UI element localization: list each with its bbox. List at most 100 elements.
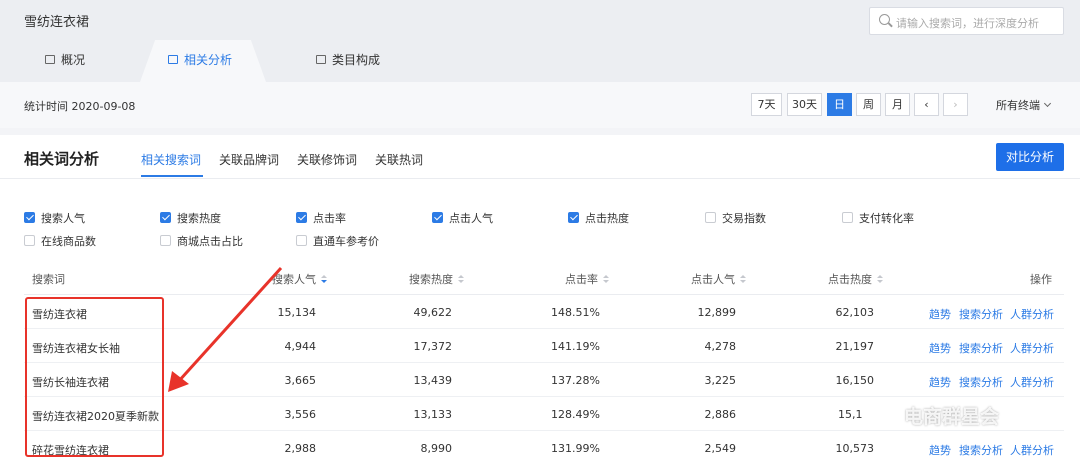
checkbox-icon: [296, 212, 307, 223]
column-header-click-pop[interactable]: 点击人气: [691, 271, 746, 287]
cell-ctr: 128.49%: [551, 408, 600, 421]
metric-checkbox[interactable]: 支付转化率: [842, 210, 914, 226]
column-label: 点击人气: [691, 273, 735, 286]
search-analysis-link[interactable]: 搜索分析: [959, 306, 1003, 322]
metric-checkbox[interactable]: 点击热度: [568, 210, 629, 226]
metric-label: 支付转化率: [859, 212, 914, 225]
subtab-brand-words[interactable]: 关联品牌词: [219, 151, 279, 168]
metric-label: 在线商品数: [41, 235, 96, 248]
metric-checkbox[interactable]: 点击人气: [432, 210, 493, 226]
terminal-select-value: 所有终端: [996, 99, 1040, 112]
prev-period-button[interactable]: ‹: [914, 93, 939, 116]
checkbox-icon: [160, 212, 171, 223]
cell-search-heat: 13,439: [413, 374, 453, 387]
cell-search-heat: 17,372: [413, 340, 453, 353]
chevron-right-icon: ›: [953, 98, 958, 111]
next-period-button[interactable]: ›: [943, 93, 968, 116]
search-analysis-link[interactable]: 搜索分析: [959, 374, 1003, 390]
metric-label: 商城点击占比: [177, 235, 243, 248]
crowd-analysis-link[interactable]: 人群分析: [1010, 374, 1054, 390]
subtab-hot-words[interactable]: 关联热词: [375, 151, 423, 168]
column-header-keyword: 搜索词: [32, 273, 65, 286]
trend-link[interactable]: 趋势: [929, 374, 951, 390]
metric-checkbox[interactable]: 交易指数: [705, 210, 766, 226]
chevron-down-icon: [1043, 99, 1052, 108]
checkbox-icon: [705, 212, 716, 223]
search-placeholder: 请输入搜索词，进行深度分析: [896, 17, 1039, 30]
cell-click-heat: 62,103: [835, 306, 875, 319]
terminal-select[interactable]: 所有终端: [996, 97, 1052, 113]
range-month-button[interactable]: 月: [885, 93, 910, 116]
cell-ctr: 137.28%: [551, 374, 600, 387]
checkbox-icon: [296, 235, 307, 246]
metric-checkbox[interactable]: 搜索热度: [160, 210, 221, 226]
cell-click-pop: 2,549: [704, 442, 737, 455]
metric-checkbox[interactable]: 搜索人气: [24, 210, 85, 226]
crowd-analysis-link[interactable]: 人群分析: [1010, 442, 1054, 458]
column-header-click-heat[interactable]: 点击热度: [828, 271, 883, 287]
metric-label: 搜索人气: [41, 212, 85, 225]
cell-click-heat: 10,573: [835, 442, 875, 455]
trend-link[interactable]: 趋势: [929, 340, 951, 356]
table-row: 雪纺连衣裙女长袖 4,944 17,372 141.19% 4,278 21,1…: [24, 329, 1064, 363]
search-icon: [879, 14, 890, 25]
metric-checkbox[interactable]: 在线商品数: [24, 233, 96, 249]
cell-click-heat: 21,197: [835, 340, 875, 353]
column-label: 搜索人气: [272, 273, 316, 286]
sort-icon: [740, 275, 746, 284]
range-week-button[interactable]: 周: [856, 93, 881, 116]
column-header-ctr[interactable]: 点击率: [565, 271, 609, 287]
search-analysis-link[interactable]: 搜索分析: [959, 442, 1003, 458]
compare-analysis-button[interactable]: 对比分析: [996, 143, 1064, 171]
tab-overview[interactable]: 概况: [45, 51, 85, 68]
metric-label: 交易指数: [722, 212, 766, 225]
column-header-search-pop[interactable]: 搜索人气: [272, 271, 327, 287]
crowd-analysis-link[interactable]: 人群分析: [1010, 340, 1054, 356]
tab-category-composition[interactable]: 类目构成: [316, 51, 380, 68]
range-7d-button[interactable]: 7天: [751, 93, 782, 116]
cell-search-pop: 15,134: [277, 306, 317, 319]
cell-search-heat: 8,990: [420, 442, 453, 455]
range-30d-button[interactable]: 30天: [787, 93, 822, 116]
tab-label: 类目构成: [332, 53, 381, 67]
column-label: 搜索热度: [409, 273, 453, 286]
search-analysis-link[interactable]: 搜索分析: [959, 340, 1003, 356]
range-day-button[interactable]: 日: [827, 93, 852, 116]
cell-click-pop: 12,899: [697, 306, 737, 319]
active-subtab-indicator: [141, 175, 203, 177]
sort-icon: [603, 275, 609, 284]
metric-label: 点击热度: [585, 212, 629, 225]
cell-click-pop: 4,278: [704, 340, 737, 353]
metric-checkbox[interactable]: 点击率: [296, 210, 346, 226]
cell-click-pop: 2,886: [704, 408, 737, 421]
column-header-search-heat[interactable]: 搜索热度: [409, 271, 464, 287]
metric-checkbox[interactable]: 商城点击占比: [160, 233, 243, 249]
tab-label: 相关分析: [184, 53, 233, 67]
trend-link[interactable]: 趋势: [929, 442, 951, 458]
tab-label: 概况: [61, 53, 86, 67]
annotation-highlight-box: [25, 297, 164, 457]
bag-icon: [168, 55, 178, 64]
checkbox-icon: [842, 212, 853, 223]
cell-ctr: 148.51%: [551, 306, 600, 319]
page-title: 雪纺连衣裙: [24, 15, 90, 30]
sort-icon: [877, 275, 883, 284]
crowd-analysis-link[interactable]: 人群分析: [1010, 306, 1054, 322]
subtab-related-search[interactable]: 相关搜索词: [141, 151, 201, 168]
tab-related-analysis[interactable]: 相关分析: [168, 51, 232, 68]
search-input[interactable]: 请输入搜索词，进行深度分析: [869, 7, 1064, 35]
wechat-icon: [862, 404, 894, 427]
subtab-modifier-words[interactable]: 关联修饰词: [297, 151, 357, 168]
cell-search-pop: 4,944: [284, 340, 317, 353]
table-row: 碎花雪纺连衣裙 2,988 8,990 131.99% 2,549 10,573…: [24, 431, 1064, 464]
metric-checkbox[interactable]: 直通车参考价: [296, 233, 379, 249]
bag-icon: [45, 55, 55, 64]
metric-label: 搜索热度: [177, 212, 221, 225]
trend-link[interactable]: 趋势: [929, 306, 951, 322]
cell-ctr: 141.19%: [551, 340, 600, 353]
metric-label: 直通车参考价: [313, 235, 379, 248]
sort-icon: [321, 275, 327, 284]
cell-search-pop: 3,665: [284, 374, 317, 387]
checkbox-icon: [24, 212, 35, 223]
watermark-text: 电商群星会: [904, 406, 1000, 428]
